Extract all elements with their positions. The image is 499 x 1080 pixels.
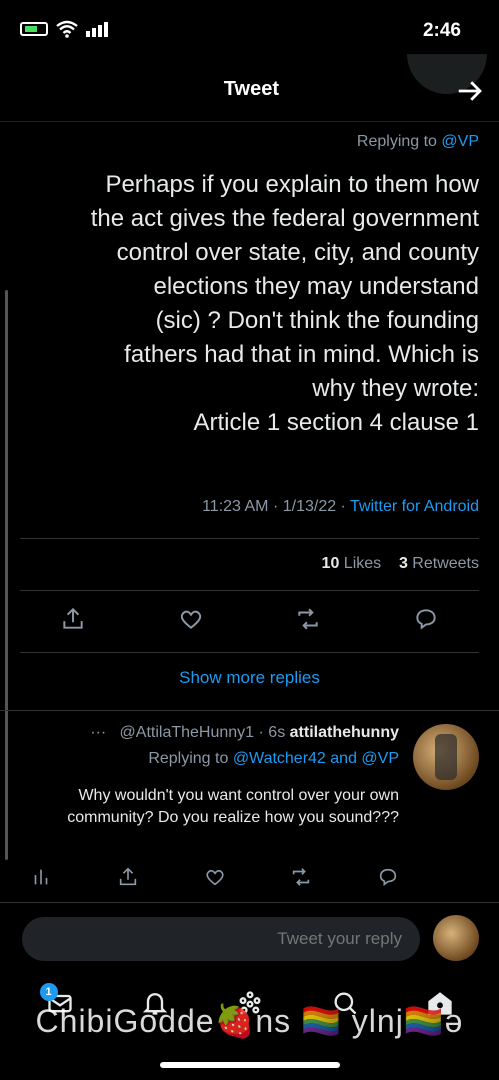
tweet-actions xyxy=(60,606,439,632)
wifi-icon xyxy=(56,20,78,38)
replying-mention-link[interactable]: @VP xyxy=(441,133,479,150)
reply-icon[interactable] xyxy=(377,866,399,888)
replying-prefix: Replying to xyxy=(356,133,437,150)
share-icon[interactable] xyxy=(60,606,86,632)
analytics-icon[interactable] xyxy=(30,866,52,888)
reply-actions xyxy=(30,866,399,888)
watermark-text: ChibiGodde🍓ns 🏳️‍🌈 ylnj🏳️‍🌈ǝ xyxy=(35,1003,464,1039)
retweets-label: Retweets xyxy=(412,555,479,572)
retweet-icon[interactable] xyxy=(290,866,312,888)
share-icon[interactable] xyxy=(117,866,139,888)
status-bar: 2:46 xyxy=(0,0,499,62)
like-icon[interactable] xyxy=(204,866,226,888)
reply-input[interactable] xyxy=(22,917,420,961)
back-arrow-icon[interactable] xyxy=(455,76,485,106)
scrollbar[interactable] xyxy=(5,290,8,860)
tweet-stats: 10 Likes 3 Retweets xyxy=(322,555,479,573)
reply-display-name[interactable]: attilathehunny xyxy=(290,724,399,741)
status-time: 2:46 xyxy=(422,20,461,41)
home-indicator[interactable] xyxy=(160,1062,340,1068)
header: Tweet xyxy=(0,54,499,122)
divider xyxy=(0,710,499,711)
retweets-count: 3 xyxy=(398,555,408,572)
reply-icon[interactable] xyxy=(413,606,439,632)
reply-header: ··· @AttilaTheHunny1 · 6s attilathehunny xyxy=(90,724,399,742)
like-icon[interactable] xyxy=(178,606,204,632)
battery-icon xyxy=(20,22,48,36)
reply-replying-to: Replying to @Watcher42 and @VP xyxy=(148,750,399,768)
replying-to: Replying to @VP xyxy=(357,133,479,151)
divider xyxy=(20,590,479,591)
signal-icon xyxy=(86,22,108,37)
reply-more-icon[interactable]: ··· xyxy=(90,724,106,741)
page-title: Tweet xyxy=(223,78,279,100)
user-avatar[interactable] xyxy=(433,915,479,961)
messages-badge: 1 xyxy=(39,982,58,1001)
reply-mention-link[interactable]: @Watcher42 and @VP xyxy=(233,750,399,767)
show-more-replies-link[interactable]: Show more replies xyxy=(0,668,499,688)
reply-text: Why wouldn't you want control over your … xyxy=(67,787,399,826)
reply-replying-prefix: Replying to xyxy=(148,750,229,767)
divider xyxy=(20,538,479,539)
tweet-timestamp: 11:23 AM · 1/13/22 · xyxy=(202,498,346,515)
likes-count: 10 xyxy=(321,555,340,572)
likes-label: Likes xyxy=(343,555,382,572)
tweet-text: Perhaps if you explain to them how the a… xyxy=(90,171,479,436)
compose-bar xyxy=(0,902,499,974)
tweet-source-link[interactable]: Twitter for Android xyxy=(350,498,479,515)
reply-handle-time: @AttilaTheHunny1 · 6s xyxy=(119,724,286,741)
tweet-meta: 11:23 AM · 1/13/22 · Twitter for Android xyxy=(202,498,479,516)
retweet-icon[interactable] xyxy=(295,606,321,632)
reply-avatar[interactable] xyxy=(413,724,479,790)
likes-stat[interactable]: 10 Likes xyxy=(322,555,382,572)
retweets-stat[interactable]: 3 Retweets xyxy=(399,555,479,572)
status-icons xyxy=(20,20,108,38)
divider xyxy=(20,652,479,653)
